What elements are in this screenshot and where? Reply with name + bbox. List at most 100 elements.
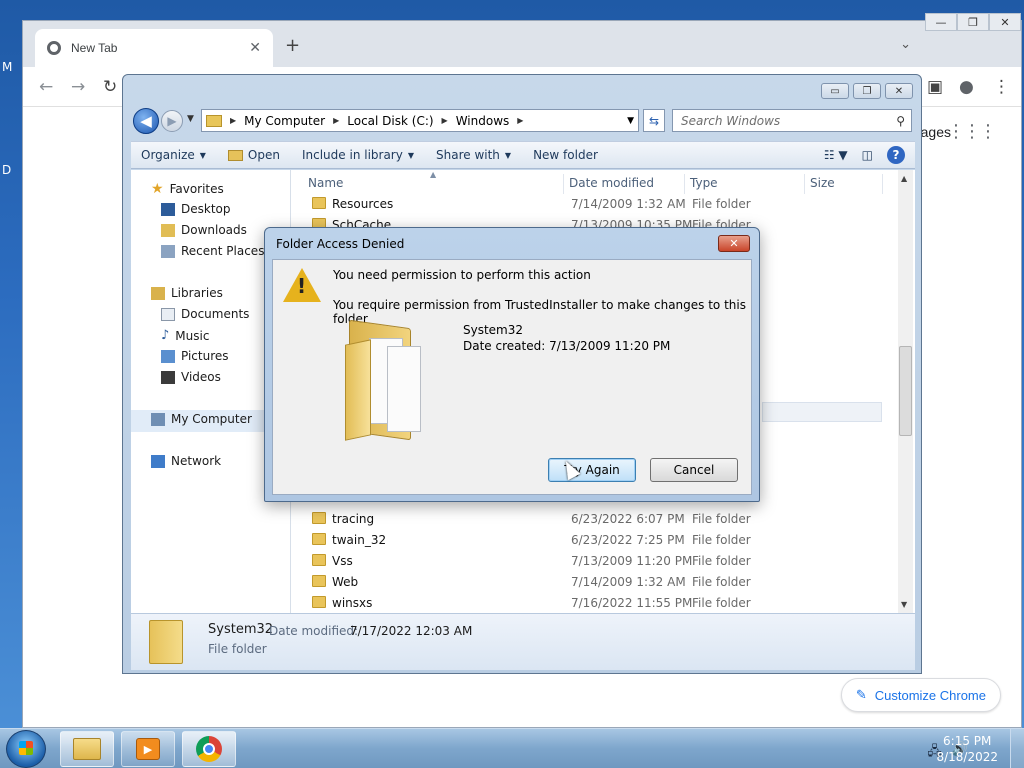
share-with-label: Share with xyxy=(436,148,500,162)
taskbar-chrome-button[interactable] xyxy=(182,731,236,767)
cancel-button[interactable]: Cancel xyxy=(650,458,738,482)
table-row[interactable]: Resources 7/14/2009 1:32 AM File folder xyxy=(308,194,888,215)
open-folder-icon xyxy=(227,149,243,161)
view-options-icon[interactable]: ☷ ▼ xyxy=(824,148,848,162)
nav-recent-places[interactable]: Recent Places xyxy=(161,244,264,258)
customize-chrome-button[interactable]: ✎ Customize Chrome xyxy=(840,678,1001,712)
forward-button[interactable]: ▶ xyxy=(161,110,183,132)
organize-button[interactable]: Organize ▼ xyxy=(131,148,218,162)
file-type: File folder xyxy=(692,596,751,610)
nav-downloads[interactable]: Downloads xyxy=(161,223,247,237)
new-tab-button[interactable]: + xyxy=(285,35,300,56)
organize-label: Organize xyxy=(141,148,195,162)
nav-pictures[interactable]: Pictures xyxy=(161,349,229,363)
table-row[interactable]: twain_32 6/23/2022 7:25 PM File folder xyxy=(308,530,888,551)
back-button[interactable]: ◀ xyxy=(133,108,159,134)
column-divider[interactable] xyxy=(684,174,685,194)
preview-pane-icon[interactable]: ◫ xyxy=(862,148,873,162)
dialog-close-button[interactable]: ✕ xyxy=(718,235,750,252)
taskbar-media-player-button[interactable]: ▶ xyxy=(121,731,175,767)
nav-my-computer[interactable]: My Computer xyxy=(151,412,252,426)
nav-label: Recent Places xyxy=(181,244,265,258)
column-divider[interactable] xyxy=(882,174,883,194)
sort-ascending-icon: ▲ xyxy=(430,170,437,179)
nav-label: Pictures xyxy=(181,349,229,363)
column-header-type[interactable]: Type xyxy=(690,176,718,190)
downloads-icon xyxy=(161,223,175,237)
share-with-button[interactable]: Share with ▼ xyxy=(426,148,523,162)
profile-icon[interactable]: ● xyxy=(959,77,974,97)
apps-grid-icon[interactable]: ⋮⋮⋮ xyxy=(947,121,997,142)
open-button[interactable]: Open xyxy=(218,148,292,162)
table-row[interactable]: Web 7/14/2009 1:32 AM File folder xyxy=(308,572,888,593)
help-icon[interactable]: ? xyxy=(887,146,905,164)
nav-desktop[interactable]: Desktop xyxy=(161,202,231,216)
vertical-scrollbar[interactable]: ▲ ▼ xyxy=(898,170,913,613)
breadcrumb-separator-icon[interactable]: ▶ xyxy=(333,116,339,125)
tab-new-tab[interactable]: New Tab ✕ xyxy=(35,29,273,67)
clock-time: 6:15 PM xyxy=(943,734,992,748)
try-again-button[interactable]: Try Again xyxy=(548,458,636,482)
close-button[interactable]: ✕ xyxy=(885,83,913,99)
breadcrumb-local-disk[interactable]: Local Disk (C:) xyxy=(347,114,433,128)
details-type: File folder xyxy=(208,642,267,656)
column-header-name[interactable]: Name xyxy=(308,176,343,190)
maximize-button[interactable]: ❐ xyxy=(957,13,989,31)
explorer-icon xyxy=(73,738,101,760)
explorer-navigation-bar: ◀ ▶ ▼ ▶ My Computer ▶ Local Disk (C:) ▶ … xyxy=(131,107,915,135)
clock[interactable]: 6:15 PM 8/18/2022 xyxy=(936,733,998,765)
breadcrumb-separator-icon[interactable]: ▶ xyxy=(230,116,236,125)
back-icon[interactable]: ← xyxy=(39,77,53,97)
chevron-down-icon: ▼ xyxy=(199,150,206,160)
nav-network[interactable]: Network xyxy=(151,454,221,468)
new-folder-button[interactable]: New folder xyxy=(523,148,610,162)
column-header-date[interactable]: Date modified xyxy=(569,176,654,190)
nav-libraries[interactable]: Libraries xyxy=(151,286,223,300)
nav-favorites[interactable]: ★ Favorites xyxy=(151,181,224,197)
minimize-button[interactable]: ▭ xyxy=(821,83,849,99)
include-in-library-label: Include in library xyxy=(301,148,403,162)
scrollbar-thumb[interactable] xyxy=(899,346,912,436)
breadcrumb-separator-icon[interactable]: ▶ xyxy=(517,116,523,125)
recent-pages-dropdown-icon[interactable]: ▼ xyxy=(187,114,194,124)
taskbar-explorer-button[interactable] xyxy=(60,731,114,767)
file-name: winsxs xyxy=(332,596,373,610)
address-bar[interactable]: ▶ My Computer ▶ Local Disk (C:) ▶ Window… xyxy=(201,109,639,132)
tab-title: New Tab xyxy=(71,41,118,55)
include-in-library-button[interactable]: Include in library ▼ xyxy=(292,148,426,162)
column-divider[interactable] xyxy=(804,174,805,194)
minimize-button[interactable]: — xyxy=(925,13,957,31)
nav-documents[interactable]: Documents xyxy=(161,307,249,321)
tab-search-icon[interactable]: ⌄ xyxy=(900,37,911,52)
table-row[interactable]: winsxs 7/16/2022 11:55 PM File folder xyxy=(308,593,888,614)
column-header-size[interactable]: Size xyxy=(810,176,835,190)
close-tab-icon[interactable]: ✕ xyxy=(249,40,261,56)
forward-icon[interactable]: → xyxy=(71,77,85,97)
maximize-button[interactable]: ❐ xyxy=(853,83,881,99)
scroll-down-icon[interactable]: ▼ xyxy=(901,600,907,609)
nav-videos[interactable]: Videos xyxy=(161,370,221,384)
refresh-icon[interactable]: ⇆ xyxy=(643,109,665,132)
search-input[interactable]: Search Windows ⚲ xyxy=(672,109,912,132)
file-type: File folder xyxy=(692,575,751,589)
side-panel-icon[interactable]: ▣ xyxy=(927,77,943,97)
details-pane: System32 Date modified: 7/17/2022 12:03 … xyxy=(131,613,915,670)
table-row[interactable]: tracing 6/23/2022 6:07 PM File folder xyxy=(308,509,888,530)
breadcrumb-windows[interactable]: Windows xyxy=(456,114,510,128)
breadcrumb-separator-icon[interactable]: ▶ xyxy=(442,116,448,125)
nav-music[interactable]: ♪ Music xyxy=(161,328,209,343)
column-divider[interactable] xyxy=(563,174,564,194)
open-label: Open xyxy=(247,148,280,162)
show-desktop-button[interactable] xyxy=(1010,729,1024,768)
nav-label: Documents xyxy=(181,307,250,321)
file-name: tracing xyxy=(332,512,375,526)
reload-icon[interactable]: ↻ xyxy=(103,77,117,97)
windows-logo-icon xyxy=(19,741,33,755)
chrome-menu-icon[interactable]: ⋮ xyxy=(993,77,1010,97)
close-button[interactable]: ✕ xyxy=(989,13,1021,31)
music-icon: ♪ xyxy=(161,328,170,343)
breadcrumb-my-computer[interactable]: My Computer xyxy=(244,114,325,128)
table-row[interactable]: Vss 7/13/2009 11:20 PM File folder xyxy=(308,551,888,572)
scroll-up-icon[interactable]: ▲ xyxy=(901,174,907,183)
address-dropdown-icon[interactable]: ▼ xyxy=(627,116,638,126)
